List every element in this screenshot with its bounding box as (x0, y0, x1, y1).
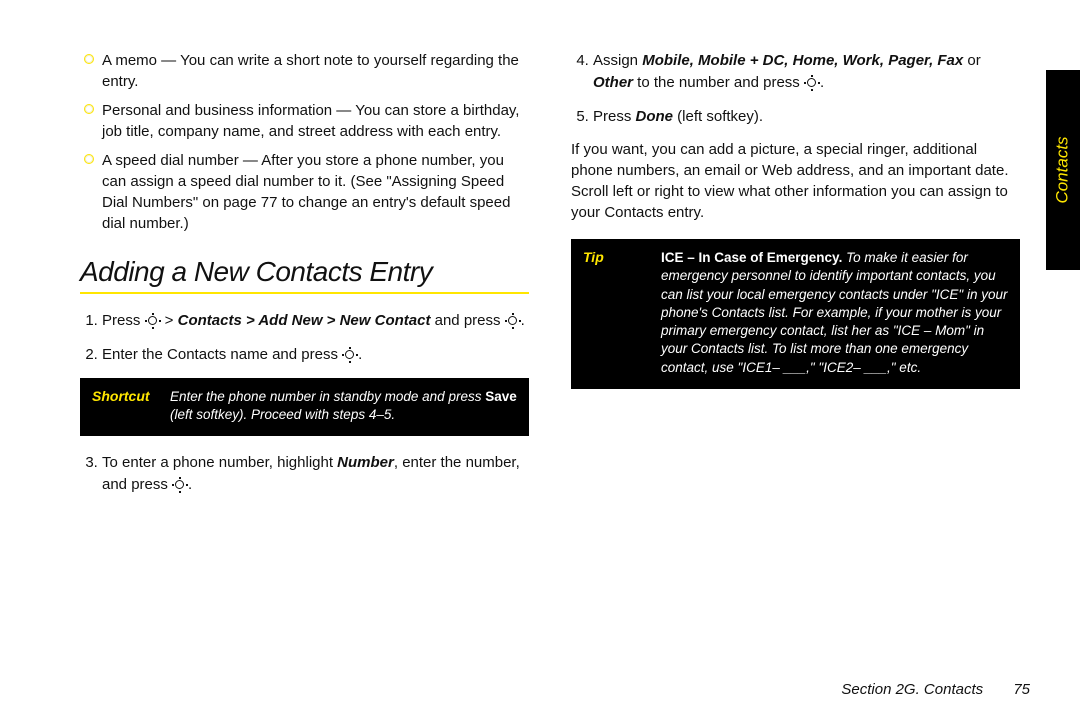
save-softkey: Save (485, 389, 517, 404)
additional-info-paragraph: If you want, you can add a picture, a sp… (571, 139, 1020, 223)
step-5: Press Done (left softkey). (593, 106, 1020, 128)
steps-right: Assign Mobile, Mobile + DC, Home, Work, … (571, 50, 1020, 127)
footer-section: Section 2G. Contacts (841, 681, 983, 698)
bullet-personal-info: Personal and business information — You … (80, 100, 529, 142)
number-types: Mobile, Mobile + DC, Home, Work, Pager, … (642, 52, 963, 69)
right-column: Assign Mobile, Mobile + DC, Home, Work, … (571, 50, 1020, 507)
page-footer: Section 2G. Contacts 75 (841, 681, 1030, 698)
field-number: Number (337, 454, 394, 471)
done-softkey: Done (636, 108, 674, 125)
section-heading: Adding a New Contacts Entry (80, 256, 529, 288)
tip-tag: Tip (573, 241, 657, 387)
steps-left: Press > Contacts > Add New > New Contact… (80, 310, 529, 366)
footer-page: 75 (1013, 681, 1030, 698)
bullet-memo: A memo — You can write a short note to y… (80, 50, 529, 92)
tip-callout: Tip ICE – In Case of Emergency. To make … (571, 239, 1020, 389)
side-tab-contacts: Contacts (1046, 70, 1080, 270)
ok-key-icon (145, 314, 161, 328)
ok-key-icon (804, 76, 820, 90)
shortcut-tag: Shortcut (82, 380, 166, 434)
feature-bullets: A memo — You can write a short note to y… (80, 50, 529, 234)
step-4: Assign Mobile, Mobile + DC, Home, Work, … (593, 50, 1020, 94)
step-1: Press > Contacts > Add New > New Contact… (102, 310, 529, 332)
ok-key-icon (342, 348, 358, 362)
tip-lead: ICE – In Case of Emergency. (661, 250, 842, 265)
step-3: To enter a phone number, highlight Numbe… (102, 452, 529, 496)
ok-key-icon (505, 314, 521, 328)
shortcut-body: Enter the phone number in standby mode a… (166, 380, 527, 434)
shortcut-callout: Shortcut Enter the phone number in stand… (80, 378, 529, 436)
side-tab-label: Contacts (1053, 136, 1073, 203)
steps-left-cont: To enter a phone number, highlight Numbe… (80, 452, 529, 496)
bullet-speed-dial: A speed dial number — After you store a … (80, 150, 529, 234)
heading-rule (80, 292, 529, 294)
menu-path: Contacts > Add New > New Contact (178, 312, 431, 329)
ok-key-icon (172, 478, 188, 492)
step-2: Enter the Contacts name and press . (102, 344, 529, 366)
tip-body: ICE – In Case of Emergency. To make it e… (657, 241, 1018, 387)
left-column: A memo — You can write a short note to y… (80, 50, 529, 507)
number-type-other: Other (593, 74, 633, 91)
